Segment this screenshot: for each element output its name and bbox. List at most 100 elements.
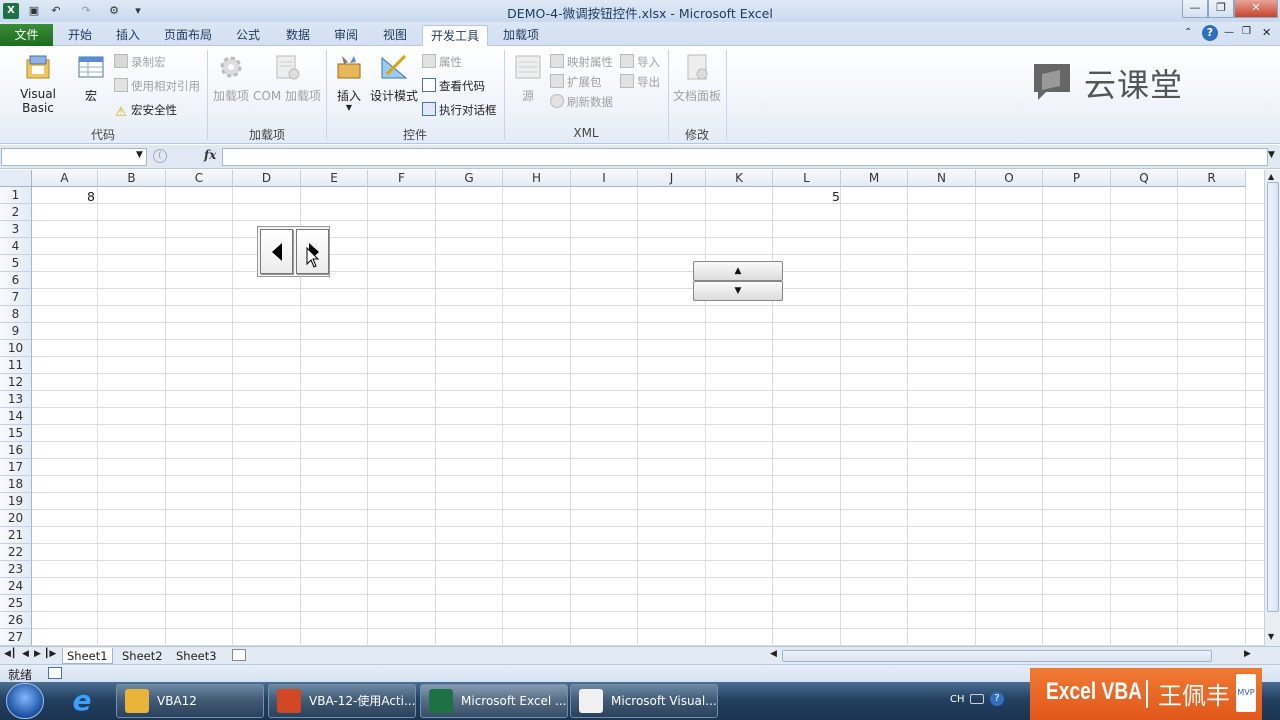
namebox-dropdown-icon[interactable]: ▼ [136,150,143,160]
scroll-thumb[interactable] [1267,182,1279,612]
name-box[interactable] [1,148,147,166]
column-header-j[interactable]: J [638,170,706,187]
column-header-h[interactable]: H [503,170,571,187]
sheet-nav-first-icon[interactable]: ◀┃ [4,649,16,659]
spin-up-button[interactable]: ▲ [693,261,783,281]
column-header-e[interactable]: E [301,170,368,187]
doc-restore-icon[interactable]: ❐ [1242,26,1251,37]
row-header-16[interactable]: 16 [0,442,32,459]
column-header-o[interactable]: O [976,170,1043,187]
tab-review[interactable]: 审阅 [328,25,364,46]
sheet-nav-prev-icon[interactable]: ◀ [22,649,29,659]
map-properties-button[interactable]: 映射属性 [550,52,613,72]
run-dialog-button[interactable]: 执行对话框 [422,100,497,120]
tab-file[interactable]: 文件 [0,24,53,46]
insert-sheet-icon[interactable] [232,649,246,661]
hscroll-right-icon[interactable]: ▶ [1244,649,1251,659]
column-header-k[interactable]: K [706,170,773,187]
column-header-n[interactable]: N [908,170,976,187]
record-macro-button[interactable]: 录制宏 [114,52,166,72]
tab-page-layout[interactable]: 页面布局 [160,25,216,46]
vertical-scrollbar[interactable]: ▲ ▼ [1264,170,1280,646]
design-mode-button[interactable]: 设计模式 [370,52,418,104]
tray-language[interactable]: CH [950,694,965,705]
row-header-8[interactable]: 8 [0,306,32,323]
close-button[interactable]: ✕ [1234,0,1278,18]
row-header-17[interactable]: 17 [0,459,32,476]
expansion-packs-button[interactable]: 扩展包 [550,72,602,92]
column-header-l[interactable]: L [773,170,841,187]
column-header-m[interactable]: M [841,170,908,187]
column-header-p[interactable]: P [1043,170,1111,187]
sheet-tab-sheet2[interactable]: Sheet2 [118,648,167,664]
select-all-corner[interactable] [0,170,32,187]
sheet-tab-sheet3[interactable]: Sheet3 [172,648,221,664]
scroll-down-icon[interactable]: ▼ [1268,632,1274,641]
tab-developer[interactable]: 开发工具 [422,25,488,46]
macro-security-button[interactable]: ⚠ 宏安全性 [114,100,177,120]
visual-basic-button[interactable]: Visual Basic [4,52,72,115]
expand-formula-icon[interactable]: ▼ [1268,150,1275,160]
row-header-21[interactable]: 21 [0,527,32,544]
row-header-3[interactable]: 3 [0,221,32,238]
hscroll-thumb[interactable] [782,650,1212,662]
row-header-1[interactable]: 1 [0,187,32,204]
doc-close-icon[interactable]: ✕ [1262,26,1271,39]
row-header-6[interactable]: 6 [0,272,32,289]
row-header-26[interactable]: 26 [0,612,32,629]
row-header-24[interactable]: 24 [0,578,32,595]
tab-view[interactable]: 视图 [377,25,413,46]
column-header-r[interactable]: R [1178,170,1246,187]
tab-home[interactable]: 开始 [62,25,98,46]
export-button[interactable]: 导出 [620,72,660,92]
row-header-14[interactable]: 14 [0,408,32,425]
cell-l1[interactable]: 5 [776,188,842,205]
column-header-f[interactable]: F [368,170,436,187]
tab-addins[interactable]: 加载项 [498,25,544,46]
sheet-nav-next-icon[interactable]: ▶ [34,649,41,659]
restore-button[interactable]: ❐ [1208,0,1234,18]
row-header-7[interactable]: 7 [0,289,32,306]
column-header-i[interactable]: I [571,170,638,187]
taskbar-item-vbe[interactable]: Microsoft Visual... [570,684,718,718]
row-header-25[interactable]: 25 [0,595,32,612]
spin-down-button[interactable]: ▼ [693,281,783,301]
tray-help-icon[interactable]: ? [990,692,1004,706]
refresh-data-button[interactable]: 刷新数据 [550,92,613,112]
row-header-13[interactable]: 13 [0,391,32,408]
row-header-9[interactable]: 9 [0,323,32,340]
cancel-entry-icon[interactable]: ( [153,149,167,163]
relative-reference-button[interactable]: 使用相对引用 [114,76,200,96]
row-header-23[interactable]: 23 [0,561,32,578]
insert-control-button[interactable]: 插入 ▼ [332,52,366,112]
column-header-q[interactable]: Q [1111,170,1178,187]
cell-a1[interactable]: 8 [33,188,97,205]
row-header-5[interactable]: 5 [0,255,32,272]
row-header-20[interactable]: 20 [0,510,32,527]
com-addins-button[interactable]: COM 加载项 [252,52,322,104]
column-header-c[interactable]: C [166,170,233,187]
row-header-18[interactable]: 18 [0,476,32,493]
scroll-up-icon[interactable]: ▲ [1268,172,1274,181]
xml-source-button[interactable]: 源 [512,52,544,104]
column-header-d[interactable]: D [233,170,301,187]
row-header-4[interactable]: 4 [0,238,32,255]
tab-insert[interactable]: 插入 [110,25,146,46]
hscroll-left-icon[interactable]: ◀ [770,649,777,659]
row-header-2[interactable]: 2 [0,204,32,221]
properties-button[interactable]: 属性 [422,52,462,72]
formula-input[interactable] [222,148,1268,166]
spin-left-button[interactable] [260,229,293,274]
help-icon[interactable]: ? [1202,25,1218,41]
tab-formulas[interactable]: 公式 [230,25,266,46]
column-header-b[interactable]: B [98,170,166,187]
row-header-11[interactable]: 11 [0,357,32,374]
worksheet-grid[interactable]: ABCDEFGHIJKLMNOPQR 1 2 3 4 5 6 7 8 9 10 11 12 13 14 15… [0,170,1264,646]
sheet-tab-sheet1[interactable]: Sheet1 [62,648,113,664]
row-header-27[interactable]: 27 [0,629,32,646]
import-button[interactable]: 导入 [620,52,660,72]
keyboard-icon[interactable] [970,694,984,704]
view-code-button[interactable]: 查看代码 [422,76,485,96]
row-header-15[interactable]: 15 [0,425,32,442]
minimize-ribbon-icon[interactable]: ⌃ [1184,27,1192,38]
